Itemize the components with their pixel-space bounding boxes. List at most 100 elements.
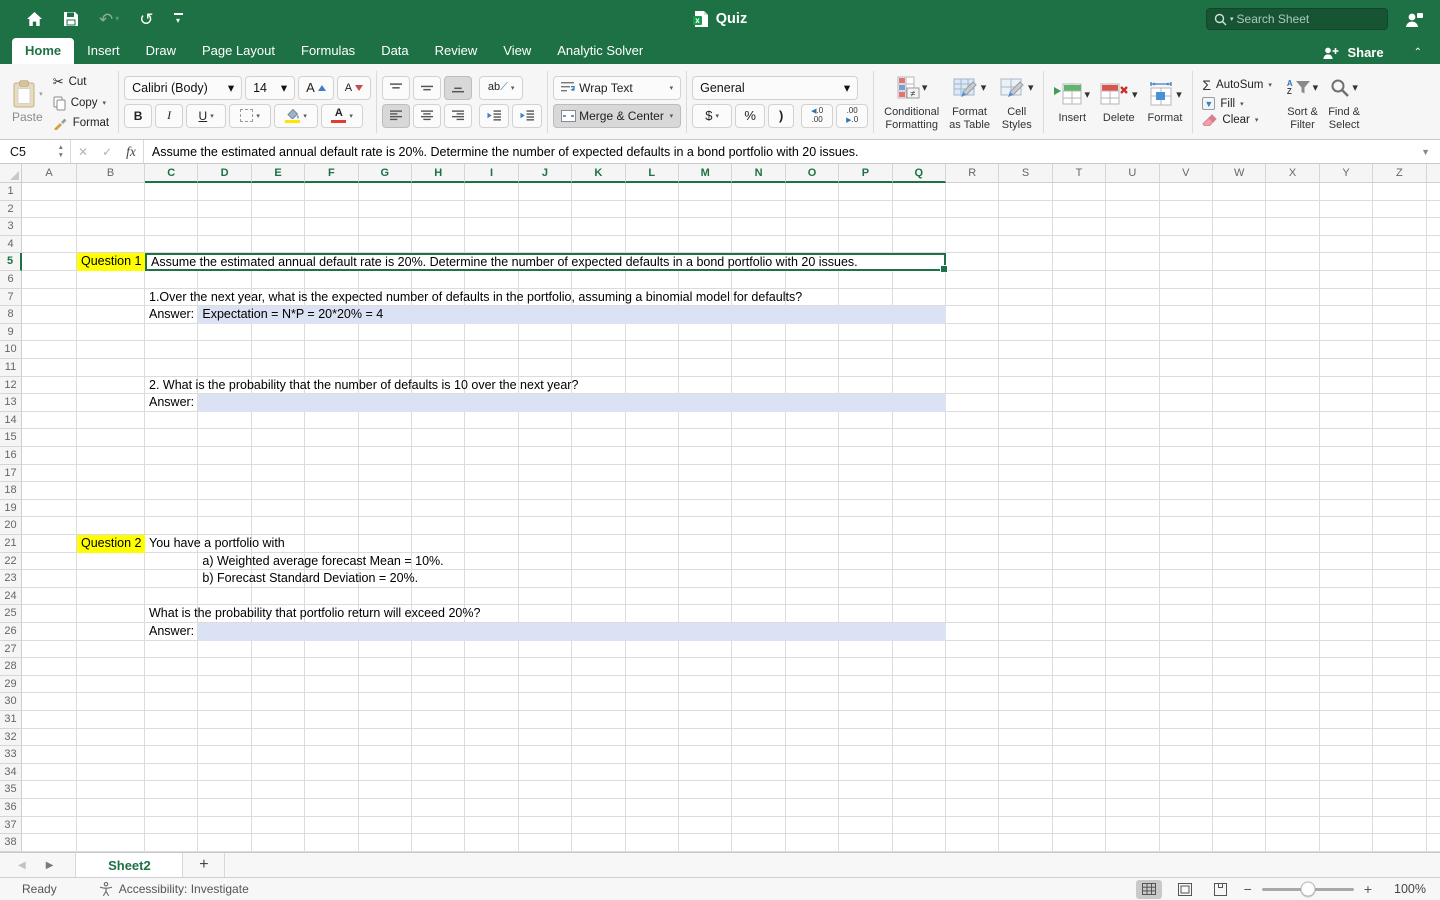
- delete-cells-button[interactable]: ▾ Delete: [1095, 77, 1143, 126]
- row-header-2[interactable]: 2: [0, 200, 22, 219]
- cell-C26[interactable]: Answer:: [145, 623, 194, 641]
- autosum-caret-icon[interactable]: ▾: [1268, 81, 1272, 89]
- row-header-1[interactable]: 1: [0, 183, 22, 201]
- tab-home[interactable]: Home: [12, 38, 75, 64]
- formula-bar-expand-icon[interactable]: ▼: [1421, 147, 1430, 157]
- underline-caret-icon[interactable]: ▾: [210, 112, 214, 120]
- column-header-M[interactable]: M: [679, 164, 733, 183]
- fill-color-caret-icon[interactable]: ▾: [303, 112, 307, 120]
- row-header-18[interactable]: 18: [0, 482, 22, 500]
- sort-filter-button[interactable]: AZ ▾ Sort & Filter: [1282, 71, 1323, 132]
- merge-center-caret-icon[interactable]: ▾: [670, 112, 674, 120]
- cell-D13[interactable]: [198, 394, 946, 412]
- increase-indent-button[interactable]: [512, 103, 543, 128]
- row-header-25[interactable]: 25: [0, 605, 22, 623]
- format-painter-button[interactable]: Format: [49, 116, 113, 131]
- font-color-button[interactable]: A ▾: [321, 103, 364, 128]
- share-button[interactable]: Share: [1347, 45, 1383, 60]
- row-header-23[interactable]: 23: [0, 570, 22, 588]
- row-header-24[interactable]: 24: [0, 587, 22, 606]
- row-header-20[interactable]: 20: [0, 517, 22, 535]
- column-header-H[interactable]: H: [412, 164, 466, 183]
- conditional-formatting-caret-icon[interactable]: ▾: [922, 81, 928, 94]
- tab-page-layout[interactable]: Page Layout: [189, 38, 288, 64]
- currency-button[interactable]: $ ▾: [692, 103, 733, 128]
- column-header-F[interactable]: F: [305, 164, 359, 183]
- collapse-ribbon-icon[interactable]: ⌃: [1414, 47, 1422, 58]
- row-header-35[interactable]: 35: [0, 781, 22, 799]
- contact-icon[interactable]: [1404, 11, 1424, 28]
- column-header-K[interactable]: K: [572, 164, 626, 183]
- row-header-7[interactable]: 7: [0, 288, 22, 307]
- fill-color-button[interactable]: ▾: [274, 103, 319, 128]
- row-header-33[interactable]: 33: [0, 746, 22, 764]
- row-header-10[interactable]: 10: [0, 341, 22, 359]
- wrap-text-caret-icon[interactable]: ▾: [670, 84, 674, 92]
- next-sheet-icon[interactable]: ▶: [46, 860, 54, 871]
- row-header-26[interactable]: 26: [0, 623, 22, 641]
- column-header-P[interactable]: P: [839, 164, 893, 183]
- cells-layer[interactable]: Question 1 Assume the estimated annual de…: [22, 183, 1440, 852]
- row-header-30[interactable]: 30: [0, 693, 22, 711]
- insert-function-icon[interactable]: fx: [126, 144, 136, 160]
- row-header-28[interactable]: 28: [0, 658, 22, 676]
- row-header-4[interactable]: 4: [0, 235, 22, 254]
- font-size-select[interactable]: 14 ▾: [245, 75, 296, 100]
- add-sheet-button[interactable]: +: [183, 853, 226, 877]
- cell-C13[interactable]: Answer:: [145, 394, 194, 412]
- page-layout-view-button[interactable]: [1172, 880, 1198, 899]
- bold-button[interactable]: B: [124, 103, 153, 128]
- column-header-D[interactable]: D: [198, 164, 252, 183]
- tab-review[interactable]: Review: [422, 38, 491, 64]
- column-header-O[interactable]: O: [785, 164, 840, 183]
- fill-caret-icon[interactable]: ▾: [1240, 100, 1244, 108]
- save-icon[interactable]: [63, 11, 79, 27]
- column-header-J[interactable]: J: [518, 164, 573, 183]
- clear-button[interactable]: Clear ▾: [1198, 113, 1275, 127]
- row-header-27[interactable]: 27: [0, 640, 22, 659]
- insert-cells-caret-icon[interactable]: ▾: [1084, 88, 1090, 101]
- row-header-17[interactable]: 17: [0, 464, 22, 483]
- search-scope-caret-icon[interactable]: ▾: [1230, 15, 1234, 23]
- cell-D22[interactable]: a) Weighted average forecast Mean = 10%.: [198, 553, 443, 571]
- grow-font-button[interactable]: A: [298, 75, 334, 100]
- text-orientation-caret-icon[interactable]: ▾: [511, 84, 515, 92]
- row-header-36[interactable]: 36: [0, 799, 22, 817]
- currency-caret-icon[interactable]: ▾: [715, 112, 719, 120]
- tab-formulas[interactable]: Formulas: [288, 38, 368, 64]
- column-header-A[interactable]: A: [22, 164, 77, 183]
- format-as-table-caret-icon[interactable]: ▾: [981, 81, 987, 94]
- sheet-tab-sheet2[interactable]: Sheet2: [75, 853, 184, 877]
- cell-C21[interactable]: You have a portfolio with: [145, 535, 285, 553]
- shrink-font-button[interactable]: A: [336, 75, 372, 100]
- row-header-38[interactable]: 38: [0, 834, 22, 852]
- cell-C7[interactable]: 1.Over the next year, what is the expect…: [145, 289, 802, 307]
- cell-C25[interactable]: What is the probability that portfolio r…: [145, 605, 480, 623]
- cell-C5[interactable]: Assume the estimated annual default rate…: [145, 253, 948, 273]
- row-header-12[interactable]: 12: [0, 376, 22, 395]
- number-format-select[interactable]: General ▾: [692, 75, 859, 100]
- accessibility-status[interactable]: Accessibility: Investigate: [99, 882, 249, 896]
- column-header-Y[interactable]: Y: [1319, 164, 1374, 183]
- find-select-button[interactable]: ▾ Find & Select: [1323, 71, 1365, 132]
- prev-sheet-icon[interactable]: ◀: [18, 860, 26, 871]
- row-header-32[interactable]: 32: [0, 728, 22, 747]
- column-header-R[interactable]: R: [946, 164, 1000, 183]
- cell-styles-caret-icon[interactable]: ▾: [1028, 81, 1034, 94]
- cell-D8[interactable]: Expectation = N*P = 20*20% = 4: [198, 306, 946, 324]
- normal-view-button[interactable]: [1135, 879, 1162, 899]
- row-header-37[interactable]: 37: [0, 816, 22, 835]
- tab-draw[interactable]: Draw: [133, 38, 189, 64]
- tab-analytic-solver[interactable]: Analytic Solver: [544, 38, 656, 64]
- font-color-caret-icon[interactable]: ▾: [349, 112, 353, 120]
- underline-button[interactable]: U ▾: [186, 103, 227, 128]
- borders-caret-icon[interactable]: ▾: [256, 112, 260, 120]
- cell-D23[interactable]: b) Forecast Standard Deviation = 20%.: [198, 570, 418, 588]
- select-all-corner[interactable]: [0, 164, 22, 183]
- column-header-B[interactable]: B: [77, 164, 145, 183]
- cancel-icon[interactable]: ✕: [78, 145, 88, 159]
- enter-icon[interactable]: ✓: [102, 145, 112, 159]
- decrease-decimal-button[interactable]: .00 ▶.0: [836, 103, 869, 128]
- formula-content[interactable]: Assume the estimated annual default rate…: [152, 145, 1411, 159]
- cell-C12[interactable]: 2. What is the probability that the numb…: [145, 377, 578, 395]
